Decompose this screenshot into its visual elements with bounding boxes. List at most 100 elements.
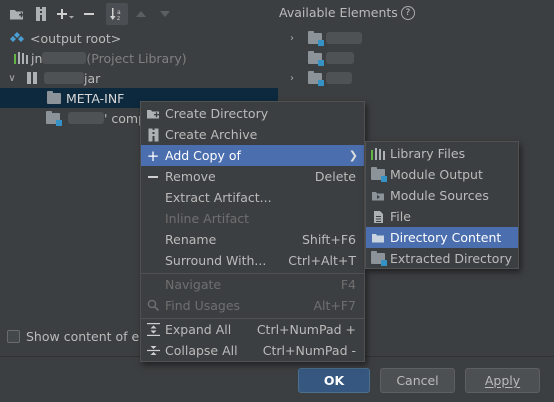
menu-item-create-archive[interactable]: Create Archive [141,124,364,145]
available-elements-tree: › › [282,28,554,88]
menu-item-shortcut: Ctrl+NumPad - [262,343,356,358]
menu-item-label: Create Directory [165,106,269,121]
menu-item-shortcut: Delete [314,169,356,184]
add-folder-icon[interactable] [6,3,28,25]
tree-item-output-root[interactable]: <output root> [10,28,121,48]
available-elements-label: Available Elements [279,5,398,20]
menu-item-remove[interactable]: Remove Delete [141,166,364,187]
output-root-label: <output root> [30,30,122,46]
submenu-item-label: Directory Content [390,230,502,245]
help-icon[interactable]: ? [400,5,415,20]
menu-item-find-usages: Find Usages Alt+F7 [141,295,364,316]
available-elements-title: Available Elements ? [279,5,415,20]
menu-item-rename[interactable]: Rename Shift+F6 [141,229,364,250]
menu-item-label: Expand All [165,322,232,337]
available-item[interactable]: › [286,68,352,88]
expand-chevron-icon[interactable]: ∨ [6,73,18,84]
plus-icon: + [146,146,160,165]
menu-item-collapse-all[interactable]: Collapse All Ctrl+NumPad - [141,340,364,361]
toolbar: az [0,0,554,28]
submenu-item-label: Extracted Directory [390,251,512,266]
archive-icon[interactable] [30,3,52,25]
menu-item-label: Find Usages [165,298,241,313]
tree-item-library[interactable]: jn (Project Library) [14,48,187,68]
menu-item-surround-with[interactable]: Surround With... Ctrl+Alt+T [141,250,364,271]
library-icon [14,52,28,64]
submenu-item-label: Library Files [390,146,466,161]
menu-item-shortcut: F4 [340,277,356,292]
tree-item-jar[interactable]: ∨ jar [6,68,100,88]
output-root-icon [10,32,24,42]
library-kind-label: (Project Library) [86,50,187,66]
menu-item-add-copy-of[interactable]: + Add Copy of ❯ [141,145,364,166]
module-folder-icon [308,70,324,86]
context-menu: Create Directory Create Archive + Add Co… [140,101,365,362]
folder-icon [146,107,160,121]
show-content-checkbox[interactable] [7,330,20,343]
menu-item-label: Create Archive [165,127,258,142]
menu-item-shortcut: Ctrl+NumPad + [256,322,356,337]
submenu-item-module-output[interactable]: Module Output [366,164,518,185]
menu-item-expand-all[interactable]: Expand All Ctrl+NumPad + [141,319,364,340]
submenu-item-label: Module Sources [390,188,489,203]
meta-inf-label: META-INF [66,90,125,106]
menu-item-label: Rename [165,232,217,247]
add-copy-of-submenu: Library Files Module Output Module Sourc… [365,141,519,269]
available-item[interactable] [286,48,354,68]
menu-item-label: Navigate [165,277,222,292]
menu-item-label: Collapse All [165,343,238,358]
move-up-icon[interactable] [130,3,152,25]
submenu-item-module-sources[interactable]: Module Sources [366,185,518,206]
menu-item-shortcut: Ctrl+Alt+T [288,253,356,268]
menu-item-label: Remove [165,169,216,184]
show-content-label: Show content of ele [26,329,151,344]
add-icon[interactable] [54,3,76,25]
ok-button[interactable]: OK [298,368,370,393]
expand-all-icon [146,323,160,337]
submenu-item-label: File [390,209,411,224]
menu-item-shortcut: Alt+F7 [313,298,356,313]
redacted-text [44,72,84,84]
menu-item-label: Add Copy of [165,148,241,163]
menu-item-label: Extract Artifact... [165,190,272,205]
submenu-item-file[interactable]: File [366,206,518,227]
expand-chevron-icon[interactable]: › [286,73,298,84]
menu-item-extract-artifact[interactable]: Extract Artifact... [141,187,364,208]
svg-text:z: z [117,15,120,22]
module-folder-icon [308,30,324,46]
collapse-all-icon [146,344,160,358]
submenu-item-directory-content[interactable]: Directory Content [366,227,518,248]
module-sources-icon [371,189,385,203]
redacted-text [326,32,362,44]
available-item[interactable]: › [286,28,362,48]
library-icon [371,147,385,161]
sort-icon[interactable]: az [106,3,128,25]
menu-item-create-directory[interactable]: Create Directory [141,103,364,124]
expand-chevron-icon[interactable]: › [286,33,298,44]
show-content-option[interactable]: Show content of ele [7,329,150,344]
menu-item-shortcut: Shift+F6 [301,232,356,247]
apply-button[interactable]: Apply [465,368,540,393]
move-down-icon[interactable] [154,3,176,25]
module-output-icon [371,167,387,182]
redacted-text [326,72,352,84]
remove-icon[interactable] [78,3,100,25]
directory-content-icon [371,231,385,245]
menu-item-label: Inline Artifact [165,211,250,226]
redacted-text [326,52,354,64]
submenu-item-library-files[interactable]: Library Files [366,143,518,164]
archive-icon [146,128,160,142]
tree-item-compile-output[interactable]: ' comp [46,108,146,128]
file-icon [371,210,385,224]
redacted-text [68,112,104,124]
submenu-item-label: Module Output [390,167,483,182]
submenu-item-extracted-directory[interactable]: Extracted Directory [366,248,518,269]
redacted-text [42,52,87,64]
cancel-button[interactable]: Cancel [380,368,455,393]
archive-icon [27,72,37,84]
menu-item-navigate: Navigate F4 [141,274,364,295]
folder-icon [47,90,61,104]
extracted-directory-icon [371,251,387,266]
minus-icon [146,170,160,184]
menu-item-label: Surround With... [165,253,267,268]
